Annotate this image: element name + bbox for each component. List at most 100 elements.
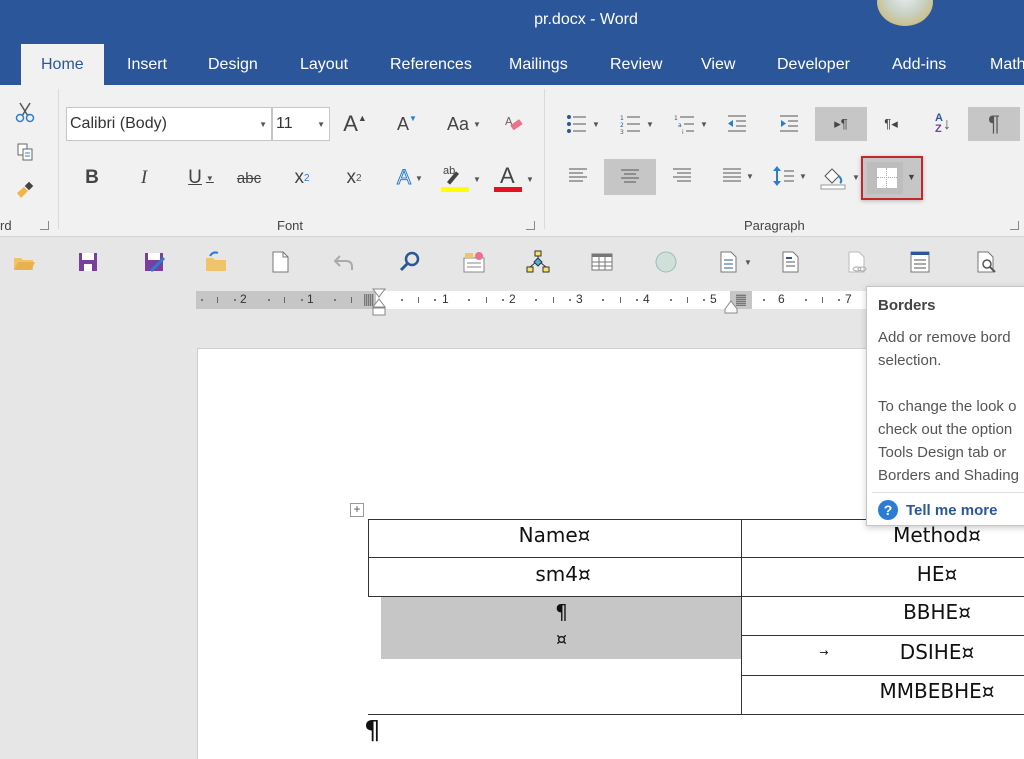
table-cell-end-mark[interactable]: ¤ bbox=[381, 630, 742, 650]
find-icon[interactable] bbox=[398, 250, 422, 274]
change-case-button[interactable]: Aa ▼ bbox=[444, 109, 484, 139]
paragraph-group-label: Paragraph bbox=[744, 218, 805, 233]
table-cell-name[interactable]: sm4¤ bbox=[368, 562, 758, 586]
align-left-button[interactable] bbox=[564, 161, 592, 191]
pilcrow-icon: ¶ bbox=[988, 111, 1000, 136]
checklist-icon[interactable] bbox=[462, 250, 486, 274]
borders-tooltip: Borders Add or remove bord selection. To… bbox=[866, 286, 1024, 526]
tell-me-more-link[interactable]: ? Tell me more bbox=[878, 500, 997, 520]
shrink-font-button[interactable]: A ▼ bbox=[392, 109, 422, 139]
chevron-down-icon: ▼ bbox=[317, 120, 325, 129]
undo-icon[interactable] bbox=[332, 250, 356, 274]
font-size-combo[interactable]: 11 ▼ bbox=[272, 107, 330, 141]
decrease-indent-button[interactable] bbox=[722, 109, 752, 139]
ruler-tick bbox=[351, 297, 352, 303]
save-icon[interactable] bbox=[76, 250, 100, 274]
move-folder-icon[interactable] bbox=[204, 250, 228, 274]
borders-icon bbox=[877, 168, 897, 188]
align-center-button[interactable] bbox=[604, 159, 656, 195]
align-right-button[interactable] bbox=[668, 161, 696, 191]
tooltip-divider bbox=[872, 492, 1024, 493]
cut-button[interactable] bbox=[12, 99, 38, 125]
rtl-icon: ¶◂ bbox=[884, 116, 898, 131]
group-separator bbox=[58, 89, 59, 229]
ruler-dot bbox=[670, 299, 672, 301]
borders-main[interactable] bbox=[867, 162, 903, 194]
numbering-button[interactable]: 1 2 3 ▼ bbox=[616, 109, 658, 139]
left-to-right-button[interactable]: ▸¶ bbox=[815, 107, 867, 141]
ruler-number: 1 bbox=[442, 292, 449, 306]
highlight-color-button[interactable]: ab ▼ bbox=[438, 163, 484, 195]
table-header-name[interactable]: Name¤ bbox=[368, 523, 741, 547]
clear-formatting-button[interactable]: A bbox=[500, 109, 528, 139]
form-icon[interactable] bbox=[908, 250, 932, 274]
tab-home[interactable]: Home bbox=[21, 44, 104, 85]
tab-add-ins[interactable]: Add-ins bbox=[892, 44, 946, 85]
multilevel-list-button[interactable]: 1 a i ▼ bbox=[670, 109, 712, 139]
ruler-column-marker[interactable] bbox=[736, 294, 746, 306]
table-header-method[interactable]: Method¤ bbox=[850, 523, 1024, 547]
format-painter-button[interactable] bbox=[12, 177, 38, 203]
print-preview-icon[interactable] bbox=[974, 250, 998, 274]
borders-button[interactable]: ▼ bbox=[861, 156, 923, 200]
paragraph-mark[interactable]: ¶ bbox=[364, 716, 386, 746]
tab-mailings[interactable]: Mailings bbox=[509, 44, 568, 85]
borders-dropdown-arrow[interactable]: ▼ bbox=[907, 172, 916, 182]
subscript-button[interactable]: x2 bbox=[288, 163, 316, 193]
sort-button[interactable]: A Z ↓ bbox=[928, 107, 958, 141]
document-dropdown-button[interactable]: ▼ bbox=[716, 250, 756, 274]
copy-button[interactable] bbox=[12, 139, 38, 165]
strikethrough-button[interactable]: abc bbox=[234, 163, 264, 193]
tab-design[interactable]: Design bbox=[208, 44, 258, 85]
shape-circle-icon[interactable] bbox=[654, 250, 678, 274]
increase-indent-button[interactable] bbox=[774, 109, 804, 139]
ruler-left-margin bbox=[196, 291, 376, 309]
justify-button[interactable]: ▼ bbox=[718, 161, 758, 191]
table-icon[interactable] bbox=[590, 250, 614, 274]
tab-review[interactable]: Review bbox=[610, 44, 662, 85]
font-dialog-launcher[interactable] bbox=[526, 221, 535, 230]
ruler-indent-marker[interactable] bbox=[372, 288, 386, 319]
horizontal-ruler[interactable]: 2 1 1 2 3 4 5 6 7 bbox=[196, 288, 866, 316]
ruler-tick bbox=[553, 297, 554, 303]
table-cell-method[interactable]: BBHE¤ bbox=[850, 600, 1024, 624]
table-cell-method[interactable]: DSIHE¤ bbox=[850, 640, 1024, 664]
tab-insert[interactable]: Insert bbox=[127, 44, 167, 85]
ltr-icon: ▸¶ bbox=[834, 116, 848, 131]
clear-formatting-icon: A bbox=[505, 115, 523, 130]
bold-button[interactable]: B bbox=[78, 163, 106, 193]
font-color-button[interactable]: A ▼ bbox=[492, 163, 536, 195]
tab-math[interactable]: Math bbox=[990, 44, 1024, 85]
tooltip-line: Add or remove bord bbox=[878, 329, 1011, 346]
tab-layout[interactable]: Layout bbox=[300, 44, 348, 85]
bullets-button[interactable]: ▼ bbox=[562, 109, 604, 139]
paint-bucket-icon bbox=[820, 168, 846, 190]
sort-icon: A Z ↓ bbox=[935, 112, 951, 135]
document-icon[interactable] bbox=[778, 250, 802, 274]
table-cell-method[interactable]: HE¤ bbox=[850, 562, 1024, 586]
line-spacing-button[interactable]: ▼ bbox=[770, 161, 810, 191]
shading-button[interactable]: ▼ bbox=[818, 161, 862, 193]
table-cell-paragraph-mark[interactable]: ¶ bbox=[381, 600, 742, 624]
table-move-handle[interactable]: + bbox=[350, 503, 364, 517]
tab-references[interactable]: References bbox=[390, 44, 472, 85]
tab-view[interactable]: View bbox=[701, 44, 735, 85]
grow-font-button[interactable]: A ▲ bbox=[340, 109, 370, 139]
right-to-left-button[interactable]: ¶◂ bbox=[876, 107, 906, 141]
new-document-icon[interactable] bbox=[268, 250, 292, 274]
open-folder-icon[interactable] bbox=[12, 250, 36, 274]
clipboard-dialog-launcher[interactable] bbox=[40, 221, 49, 230]
underline-button[interactable]: U ▼ bbox=[180, 163, 222, 193]
ruler-dot bbox=[535, 299, 537, 301]
tab-developer[interactable]: Developer bbox=[777, 44, 850, 85]
save-as-icon[interactable] bbox=[142, 250, 166, 274]
font-name-combo[interactable]: Calibri (Body) ▼ bbox=[66, 107, 272, 141]
org-chart-icon[interactable] bbox=[526, 250, 550, 274]
paragraph-dialog-launcher[interactable] bbox=[1010, 221, 1019, 230]
superscript-button[interactable]: x2 bbox=[340, 163, 368, 193]
table-cell-method[interactable]: MMBEBHE¤ bbox=[850, 679, 1024, 703]
linked-document-icon[interactable] bbox=[844, 250, 868, 274]
show-hide-marks-button[interactable]: ¶ bbox=[968, 107, 1020, 141]
text-effects-button[interactable]: A ▼ bbox=[390, 163, 430, 193]
italic-button[interactable]: I bbox=[130, 163, 158, 193]
